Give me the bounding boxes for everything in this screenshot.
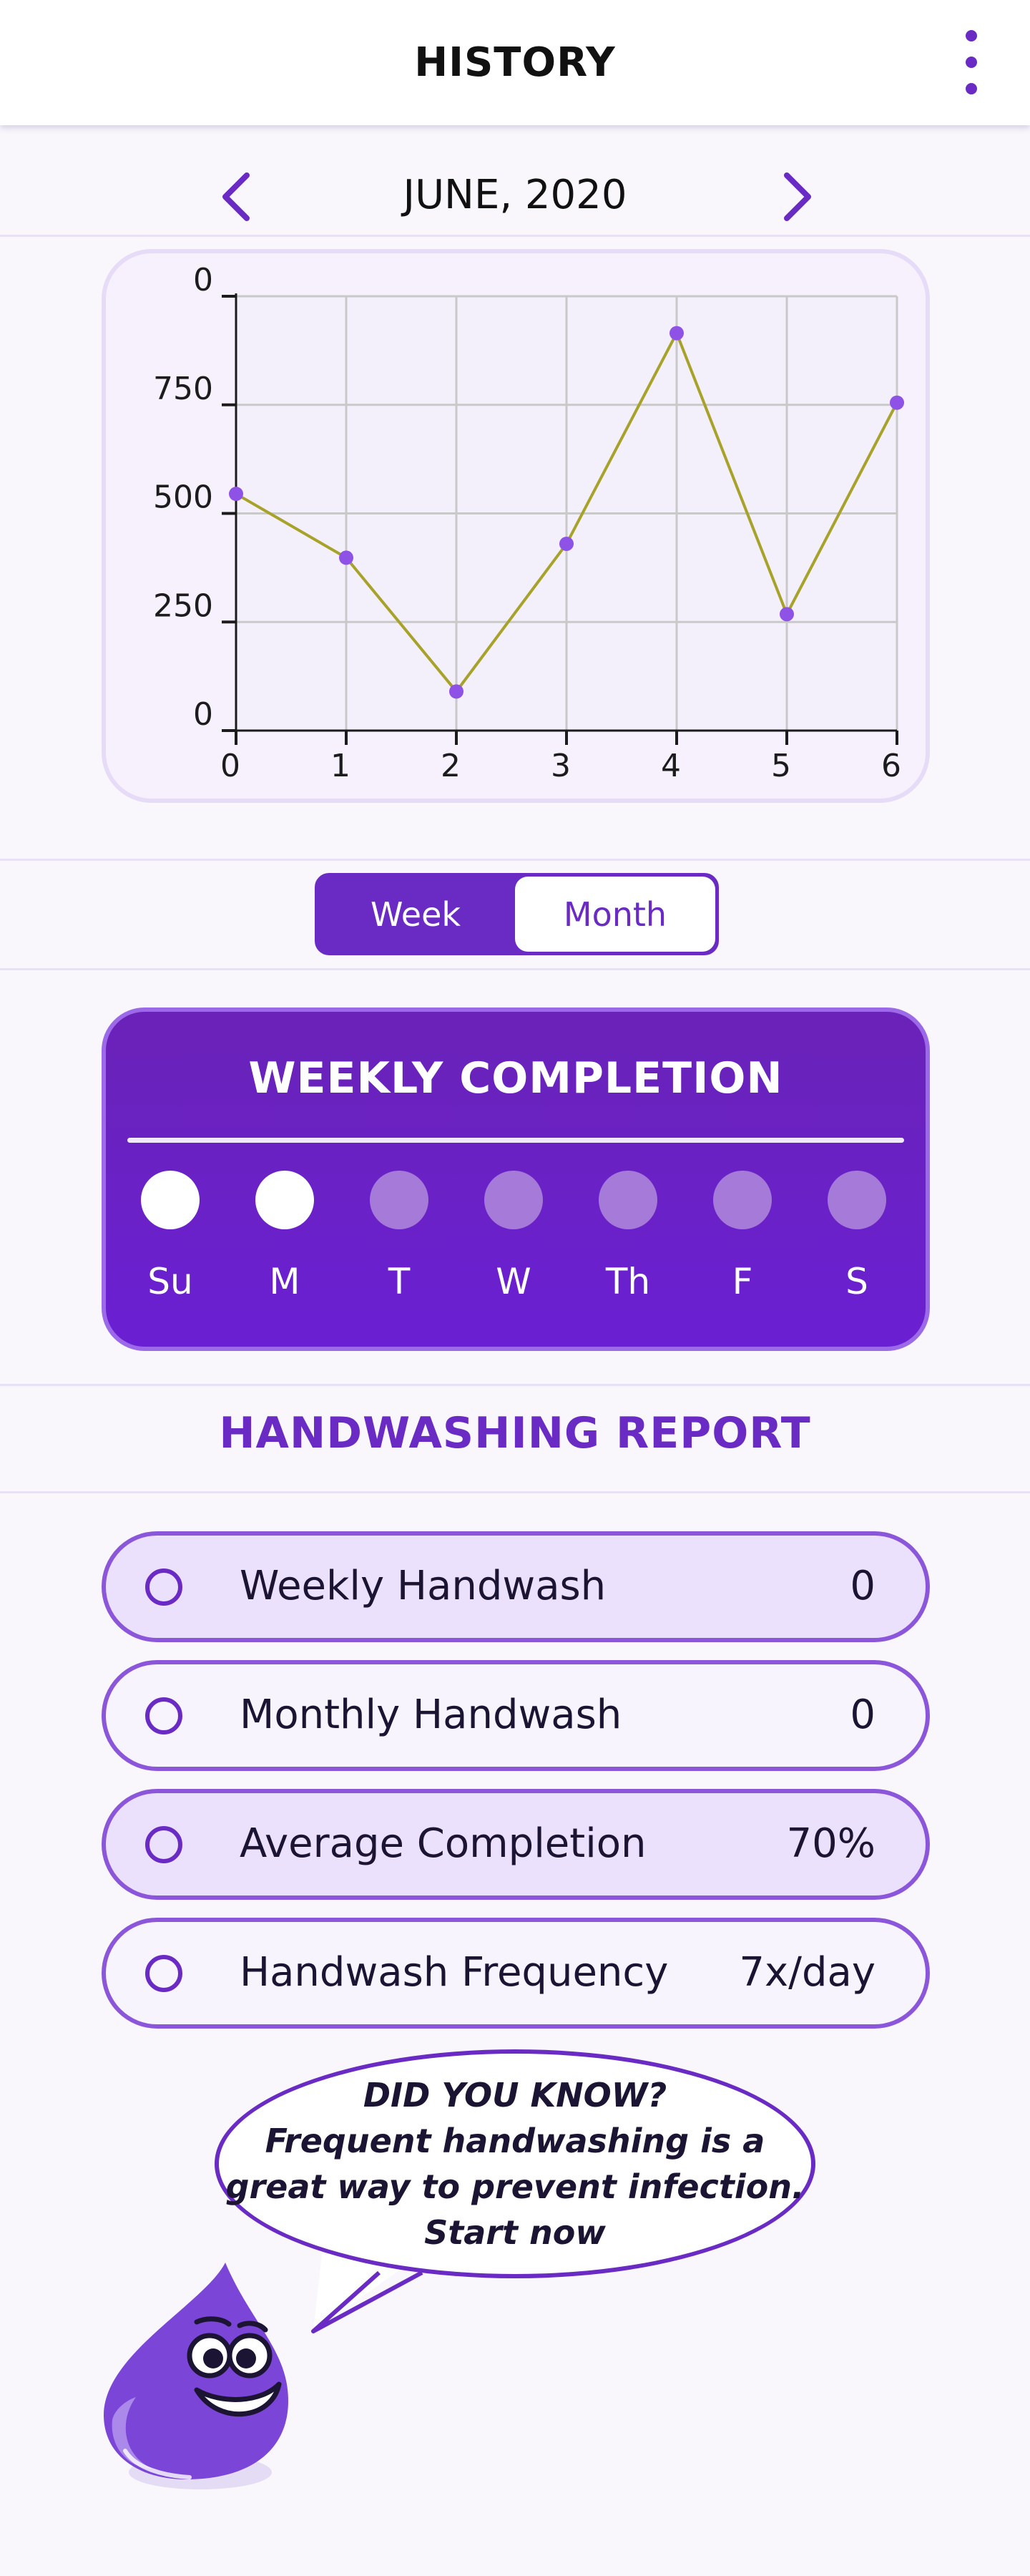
did-you-know-bubble: DID YOU KNOW? Frequent handwashing is a … (215, 2049, 815, 2278)
y-tick-label: 250 (153, 587, 213, 624)
month-navigation: JUNE, 2020 (0, 157, 1030, 236)
row-label: Average Completion (240, 1820, 647, 1867)
y-tick-label: 500 (153, 479, 213, 516)
y-tick-label: 0 (193, 262, 213, 298)
row-value: 0 (850, 1563, 876, 1609)
x-tick-label: 5 (771, 748, 791, 784)
data-point (780, 607, 794, 622)
day-indicator (828, 1171, 886, 1229)
tip-line: Start now (424, 2213, 606, 2252)
weekly-completion-card: WEEKLY COMPLETION Su M T W Th F S (102, 1008, 930, 1351)
data-point (449, 684, 464, 699)
x-tick-label: 4 (661, 748, 681, 784)
tip-line: great way to prevent infection. (225, 2167, 805, 2206)
day-indicator (370, 1171, 428, 1229)
y-tick-label: 0 (193, 696, 213, 733)
tip-heading: DID YOU KNOW? (363, 2076, 667, 2114)
day-label: S (845, 1261, 868, 1302)
x-tick-label: 1 (330, 748, 350, 784)
day-indicator (599, 1171, 657, 1229)
radio-circle-icon (145, 1955, 182, 1992)
chevron-right-icon[interactable] (765, 165, 830, 229)
day-label: Th (605, 1261, 651, 1302)
row-label: Monthly Handwash (240, 1692, 622, 1738)
day-indicator (255, 1171, 314, 1229)
divider (127, 1138, 904, 1143)
row-value: 70% (786, 1820, 876, 1867)
radio-circle-icon (145, 1826, 182, 1863)
divider (0, 1491, 1030, 1493)
y-tick-label: 100 (153, 253, 213, 260)
data-point (559, 536, 574, 551)
data-point (670, 326, 684, 341)
row-value: 0 (850, 1692, 876, 1738)
report-title: HANDWASHING REPORT (219, 1408, 811, 1458)
month-toggle-button[interactable]: Month (515, 877, 715, 952)
day-label: Su (147, 1261, 193, 1302)
row-label: Weekly Handwash (240, 1563, 607, 1609)
day-indicator (484, 1171, 543, 1229)
history-chart-card: 025050075010000123456 (102, 249, 930, 803)
report-row-average-completion[interactable]: Average Completion 70% (102, 1789, 930, 1900)
day-label: M (269, 1261, 300, 1302)
divider (0, 968, 1030, 970)
day-indicator (713, 1171, 772, 1229)
water-drop-mascot-icon (104, 2263, 288, 2489)
weekly-completion-title: WEEKLY COMPLETION (248, 1053, 783, 1103)
day-label: T (388, 1261, 411, 1302)
week-toggle-button[interactable]: Week (318, 877, 513, 952)
radio-circle-icon (145, 1697, 182, 1735)
day-label: W (496, 1261, 531, 1302)
line-chart: 025050075010000123456 (153, 253, 904, 784)
data-point (229, 487, 243, 502)
period-toggle: Week Month (315, 873, 719, 955)
x-tick-label: 3 (551, 748, 571, 784)
report-row-weekly-handwash[interactable]: Weekly Handwash 0 (102, 1531, 930, 1642)
more-vertical-icon[interactable] (957, 30, 986, 94)
report-row-handwash-frequency[interactable]: Handwash Frequency 7x/day (102, 1918, 930, 2029)
data-point (890, 395, 904, 410)
row-value: 7x/day (739, 1949, 876, 1996)
tip-line: Frequent handwashing is a (265, 2122, 765, 2160)
day-indicator (141, 1171, 200, 1229)
data-point (339, 550, 353, 565)
app-header: HISTORY (0, 0, 1030, 125)
divider (0, 859, 1030, 861)
tip-text: DID YOU KNOW? Frequent handwashing is a … (226, 2072, 805, 2255)
page-title: HISTORY (414, 39, 616, 86)
x-tick-label: 6 (881, 748, 901, 784)
current-month-label: JUNE, 2020 (403, 172, 627, 218)
x-tick-label: 0 (220, 748, 240, 784)
divider (0, 235, 1030, 237)
radio-circle-icon (145, 1568, 182, 1606)
day-label: F (732, 1261, 753, 1302)
row-label: Handwash Frequency (240, 1949, 669, 1996)
y-tick-label: 750 (153, 371, 213, 407)
report-row-monthly-handwash[interactable]: Monthly Handwash 0 (102, 1660, 930, 1771)
x-tick-label: 2 (441, 748, 461, 784)
divider (0, 1384, 1030, 1386)
